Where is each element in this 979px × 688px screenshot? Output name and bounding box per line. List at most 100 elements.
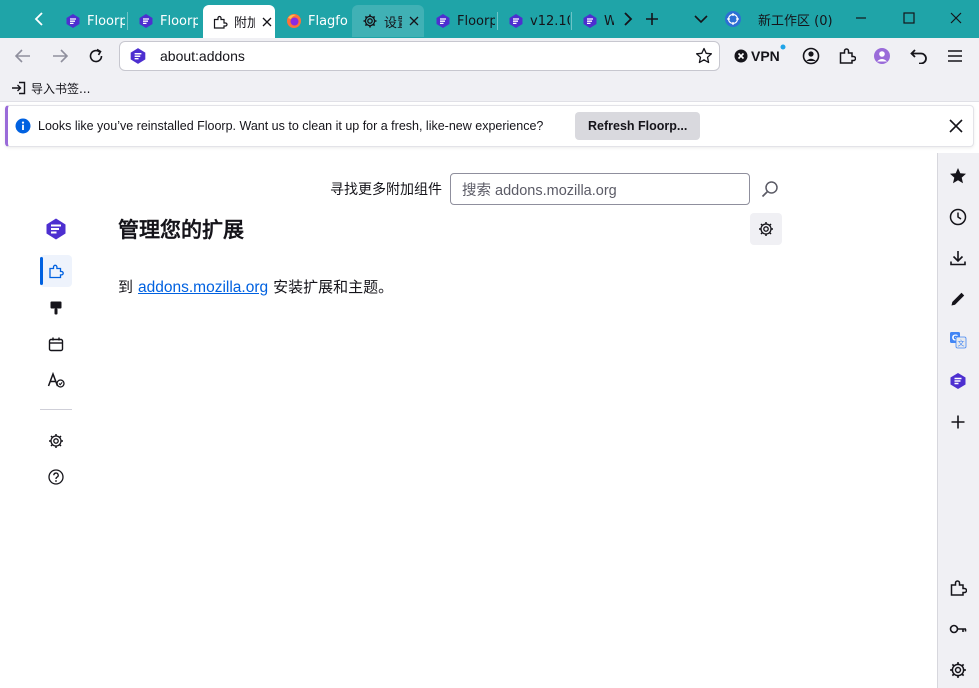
tab-label: Flagfox	[308, 13, 348, 29]
floorp-icon	[950, 373, 966, 389]
sidebar-extensions-button[interactable]	[948, 578, 968, 598]
forward-button[interactable]	[45, 41, 75, 71]
reload-button[interactable]	[81, 41, 111, 71]
floorp-icon	[509, 14, 523, 28]
url-bar[interactable]: about:addons	[119, 41, 720, 71]
notes-pencil-icon	[951, 292, 965, 306]
chevron-down-icon	[694, 15, 708, 24]
vpn-button[interactable]: VPN	[734, 44, 786, 66]
sidebar-add-button[interactable]	[948, 412, 968, 432]
category-languages[interactable]	[40, 364, 72, 396]
info-icon	[15, 118, 31, 134]
plugin-icon	[48, 337, 64, 352]
sidebar-floorp-button[interactable]	[948, 371, 968, 391]
close-icon	[262, 17, 272, 26]
refresh-floorp-button[interactable]: Refresh Floorp...	[575, 112, 701, 140]
tab-close-button[interactable]	[406, 13, 422, 29]
bookmarks-star-icon	[950, 168, 966, 184]
tabs-scroll-left-button[interactable]	[26, 6, 52, 32]
sidebar-downloads-button[interactable]	[948, 248, 968, 268]
arrow-left-icon	[15, 49, 30, 63]
addons-support-link[interactable]	[40, 461, 72, 493]
hamburger-menu-icon	[948, 50, 962, 62]
gear-icon	[363, 14, 377, 28]
tab-settings[interactable]: 设置	[352, 5, 424, 37]
vpn-off-icon	[734, 49, 748, 63]
floorp-icon	[436, 14, 450, 28]
tab-close-button[interactable]	[259, 14, 275, 30]
tab-strip: Floorp Floorp 附加 Flagfox 设置 Floorp v12.1…	[0, 0, 979, 38]
account-icon	[802, 47, 820, 65]
app-menu-button[interactable]	[940, 41, 970, 71]
close-icon	[950, 12, 962, 24]
undo-close-tab-button[interactable]	[904, 41, 934, 71]
extensions-button[interactable]	[832, 41, 862, 71]
gear-icon	[759, 222, 773, 236]
tab-w[interactable]: W	[572, 5, 614, 37]
category-divider	[40, 409, 72, 410]
workspace-label: 新工作区 (0)	[758, 13, 833, 29]
floorp-icon	[66, 14, 80, 28]
floorp-logo-icon	[46, 218, 66, 240]
help-icon	[48, 469, 64, 485]
tabs-scroll-right-button[interactable]	[615, 6, 641, 32]
empty-list-message: 到 addons.mozilla.org 安装扩展和主题。	[118, 276, 393, 297]
amo-search-input[interactable]: 搜索 addons.mozilla.org	[450, 173, 750, 205]
category-themes[interactable]	[40, 292, 72, 324]
sidebar-settings-button[interactable]	[948, 660, 968, 680]
list-all-tabs-button[interactable]	[688, 6, 714, 32]
category-plugins[interactable]	[40, 328, 72, 360]
tab-floorp-1[interactable]: Floorp	[55, 5, 125, 37]
arrow-right-icon	[53, 49, 68, 63]
sidebar-history-button[interactable]	[948, 207, 968, 227]
maximize-icon	[903, 12, 915, 24]
maximize-button[interactable]	[886, 0, 932, 36]
import-bookmarks-button[interactable]: 导入书签...	[11, 78, 90, 98]
page-options-button[interactable]	[750, 213, 782, 245]
minimize-button[interactable]	[838, 0, 884, 36]
bookmark-star-icon[interactable]	[695, 47, 713, 65]
close-icon[interactable]	[947, 117, 965, 135]
tab-addons[interactable]: 附加	[203, 5, 275, 38]
vpn-status-dot-icon	[780, 44, 786, 50]
empty-message-suffix: 安装扩展和主题。	[273, 278, 394, 296]
chevron-left-icon	[34, 12, 43, 26]
sidebar-bookmarks-button[interactable]	[948, 166, 968, 186]
workspace-button[interactable]: 新工作区 (0)	[724, 8, 833, 30]
account-button[interactable]	[796, 41, 826, 71]
amo-search-label: 寻找更多附加组件	[330, 182, 442, 198]
addons-manager-content: 寻找更多附加组件 搜索 addons.mozilla.org 管理您的扩展 到 …	[0, 153, 937, 688]
profile-button[interactable]	[867, 41, 897, 71]
minimize-icon	[856, 17, 866, 19]
puzzle-icon	[839, 48, 856, 64]
firefox-icon	[287, 14, 301, 28]
gear-icon	[49, 434, 63, 448]
vpn-label: VPN	[751, 48, 780, 64]
sidebar-notes-button[interactable]	[948, 289, 968, 309]
back-button[interactable]	[8, 41, 38, 71]
workspace-icon	[725, 11, 741, 27]
sidebar-passwords-button[interactable]	[948, 619, 968, 639]
tab-floorp-2[interactable]: Floorp	[128, 5, 198, 37]
puzzle-icon	[213, 15, 228, 29]
tab-label: Floorp	[160, 13, 198, 29]
url-text[interactable]: about:addons	[160, 48, 245, 64]
new-tab-button[interactable]	[639, 6, 665, 32]
category-extensions[interactable]	[40, 255, 72, 287]
amo-link[interactable]: addons.mozilla.org	[138, 279, 268, 297]
addons-settings-link[interactable]	[40, 425, 72, 457]
import-bookmarks-label: 导入书签...	[31, 81, 91, 96]
search-icon[interactable]	[761, 180, 779, 198]
tab-label: Floorp	[87, 13, 125, 29]
tab-version[interactable]: v12.10	[498, 5, 570, 37]
close-window-button[interactable]	[933, 0, 979, 36]
tab-floorp-3[interactable]: Floorp	[425, 5, 495, 37]
gear-icon	[950, 662, 966, 678]
floorp-icon	[130, 48, 146, 64]
translate-icon: G文	[950, 332, 967, 349]
sidebar-translate-button[interactable]: G文	[948, 330, 968, 350]
download-icon	[950, 251, 966, 266]
amo-search-placeholder: 搜索 addons.mozilla.org	[462, 182, 617, 199]
tab-flagfox[interactable]: Flagfox	[276, 5, 348, 37]
svg-text:文: 文	[958, 339, 965, 348]
